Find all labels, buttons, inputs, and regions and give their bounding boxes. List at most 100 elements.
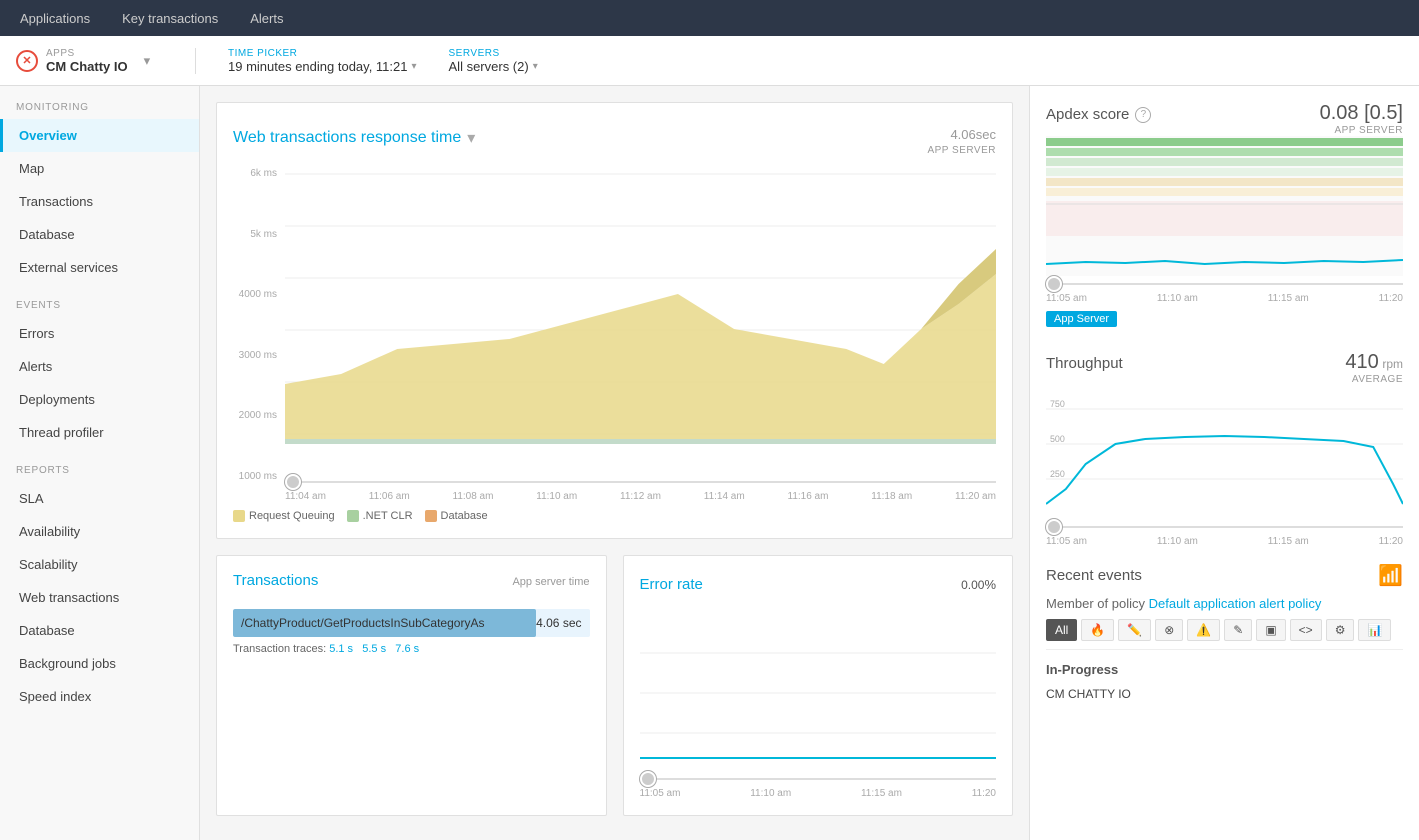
sidebar-item-overview[interactable]: Overview [0, 119, 199, 152]
y-label-6k: 6k ms [233, 168, 277, 179]
throughput-x-3: 11:20 [1379, 536, 1403, 547]
filter-edit[interactable]: ✏️ [1118, 619, 1151, 641]
trace-link-1[interactable]: 5.1 s [329, 643, 353, 655]
throughput-x-1: 11:10 am [1157, 536, 1198, 547]
sidebar-item-external-services[interactable]: External services [0, 251, 199, 284]
error-x-1: 11:10 am [750, 788, 791, 799]
in-progress-section: In-Progress CM CHATTY IO [1046, 649, 1403, 705]
recent-events-title: Recent events [1046, 567, 1142, 584]
x-label-5: 11:14 am [704, 491, 745, 502]
apps-label: APPS [46, 48, 128, 59]
policy-text: Member of policy Default application ale… [1046, 596, 1403, 611]
throughput-header: Throughput 410 rpm AVERAGE [1046, 351, 1403, 385]
main-chart-value: 4.06sec [927, 119, 996, 145]
throughput-avg-label: AVERAGE [1345, 374, 1403, 385]
time-picker-value: 19 minutes ending today, 11:21 ▾ [228, 59, 417, 74]
sidebar-item-scalability[interactable]: Scalability [0, 548, 199, 581]
error-slider-track [640, 778, 997, 780]
sidebar-item-speed-index[interactable]: Speed index [0, 680, 199, 713]
time-picker[interactable]: TIME PICKER 19 minutes ending today, 11:… [228, 48, 417, 74]
slider-handle[interactable] [285, 474, 301, 490]
legend-net-clr: .NET CLR [347, 510, 413, 522]
apdex-x-axis: 11:05 am 11:10 am 11:15 am 11:20 [1046, 289, 1403, 304]
sidebar-item-errors[interactable]: Errors [0, 317, 199, 350]
throughput-svg: 750 500 250 [1046, 389, 1403, 519]
monitoring-section-label: MONITORING [0, 86, 199, 119]
filter-code[interactable]: <> [1290, 619, 1322, 641]
transaction-traces: Transaction traces: 5.1 s 5.5 s 7.6 s [233, 643, 590, 655]
app-selector[interactable]: ✕ APPS CM Chatty IO ▾ [16, 48, 196, 74]
nav-alerts[interactable]: Alerts [246, 3, 287, 34]
y-label-3k: 3000 ms [233, 350, 277, 361]
web-transactions-chart-card: Web transactions response time ▾ 4.06sec… [216, 102, 1013, 539]
in-progress-item: CM CHATTY IO [1046, 683, 1403, 705]
bottom-section: Transactions App server time /ChattyProd… [216, 555, 1013, 816]
svg-text:250: 250 [1050, 469, 1065, 479]
apdex-x-0: 11:05 am [1046, 293, 1087, 304]
apdex-info-icon[interactable]: ? [1135, 107, 1151, 123]
filter-all[interactable]: All [1046, 619, 1077, 641]
apdex-slider-handle[interactable] [1046, 276, 1062, 292]
error-rate-svg [640, 613, 997, 773]
apdex-x-1: 11:10 am [1157, 293, 1198, 304]
reports-section-label: REPORTS [0, 449, 199, 482]
sidebar-item-map[interactable]: Map [0, 152, 199, 185]
filter-pencil[interactable]: ✎ [1224, 619, 1252, 641]
apdex-app-server-badge: App Server [1046, 311, 1117, 327]
svg-text:500: 500 [1050, 434, 1065, 444]
slider-track [285, 481, 996, 483]
x-label-1: 11:06 am [369, 491, 410, 502]
apdex-title: Apdex score ? [1046, 106, 1151, 123]
sidebar-item-web-transactions[interactable]: Web transactions [0, 581, 199, 614]
time-picker-label: TIME PICKER [228, 48, 417, 59]
chart-title-chevron-icon[interactable]: ▾ [467, 128, 475, 148]
recent-events-header: Recent events 📶 [1046, 563, 1403, 588]
y-label-5k: 5k ms [233, 229, 277, 240]
sidebar-item-background-jobs[interactable]: Background jobs [0, 647, 199, 680]
servers-chevron-icon: ▾ [533, 61, 538, 72]
error-x-3: 11:20 [972, 788, 996, 799]
x-label-0: 11:04 am [285, 491, 326, 502]
throughput-slider-handle[interactable] [1046, 519, 1062, 535]
chart-slider [285, 481, 996, 483]
filter-fire[interactable]: 🔥 [1081, 619, 1114, 641]
transaction-bar: /ChattyProduct/GetProductsInSubCategoryA… [233, 609, 590, 637]
app-chevron-icon: ▾ [144, 53, 151, 69]
main-chart-header: Web transactions response time ▾ 4.06sec… [233, 119, 996, 156]
trace-link-3[interactable]: 7.6 s [395, 643, 419, 655]
transactions-header: Transactions App server time [233, 572, 590, 599]
x-label-4: 11:12 am [620, 491, 661, 502]
sidebar-item-database-report[interactable]: Database [0, 614, 199, 647]
filter-gear[interactable]: ⚙ [1326, 619, 1355, 641]
transactions-card: Transactions App server time /ChattyProd… [216, 555, 607, 816]
sidebar-item-sla[interactable]: SLA [0, 482, 199, 515]
y-axis: 6k ms 5k ms 4000 ms 3000 ms 2000 ms 1000… [233, 164, 285, 502]
error-rate-header: Error rate 0.00% [640, 572, 997, 603]
sidebar-item-thread-profiler[interactable]: Thread profiler [0, 416, 199, 449]
sidebar-item-database[interactable]: Database [0, 218, 199, 251]
filter-chart[interactable]: 📊 [1358, 619, 1391, 641]
sub-header: ✕ APPS CM Chatty IO ▾ TIME PICKER 19 min… [0, 36, 1419, 86]
throughput-slider-track [1046, 526, 1403, 528]
feed-icon: 📶 [1378, 563, 1403, 588]
app-warning-icon: ✕ [16, 50, 38, 72]
servers-label: SERVERS [449, 48, 538, 59]
filter-screen[interactable]: ▣ [1256, 619, 1285, 641]
legend-request-queuing: Request Queuing [233, 510, 335, 522]
servers-selector[interactable]: SERVERS All servers (2) ▾ [449, 48, 538, 74]
filter-warning[interactable]: ⚠️ [1187, 619, 1220, 641]
transaction-name[interactable]: /ChattyProduct/GetProductsInSubCategoryA… [241, 616, 536, 630]
sidebar-item-alerts[interactable]: Alerts [0, 350, 199, 383]
sidebar-item-deployments[interactable]: Deployments [0, 383, 199, 416]
legend-dot-request-queuing [233, 510, 245, 522]
nav-applications[interactable]: Applications [16, 3, 94, 34]
sidebar-item-availability[interactable]: Availability [0, 515, 199, 548]
trace-link-2[interactable]: 5.5 s [362, 643, 386, 655]
nav-key-transactions[interactable]: Key transactions [118, 3, 222, 34]
error-slider-handle[interactable] [640, 771, 656, 787]
policy-link[interactable]: Default application alert policy [1149, 596, 1322, 611]
sidebar-item-transactions[interactable]: Transactions [0, 185, 199, 218]
main-chart-value-block: 4.06sec APP SERVER [927, 119, 996, 156]
filter-circle-x[interactable]: ⊗ [1155, 619, 1183, 641]
main-content: Web transactions response time ▾ 4.06sec… [200, 86, 1029, 840]
